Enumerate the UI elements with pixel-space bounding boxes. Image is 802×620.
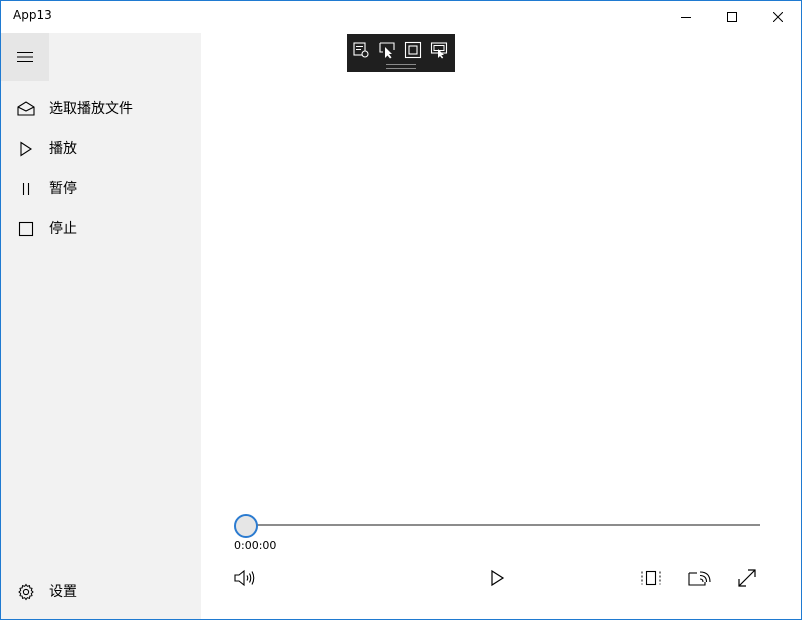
nav-item-open-file[interactable]: 选取播放文件: [1, 89, 201, 129]
aspect-ratio-button[interactable]: [636, 563, 666, 593]
seek-bar-track[interactable]: [257, 524, 760, 526]
aspect-ratio-icon: [641, 570, 661, 586]
nav-item-pause[interactable]: 暂停: [1, 169, 201, 209]
fullscreen-button[interactable]: [732, 563, 762, 593]
navigation-pane: 选取播放文件 播放 暂停 停止 设置: [1, 33, 201, 619]
nav-item-label: 停止: [49, 221, 77, 237]
cast-to-device-icon: [688, 571, 711, 586]
nav-item-label: 选取播放文件: [49, 101, 133, 117]
close-icon: [773, 12, 783, 22]
display-layout-adorners-icon: [404, 41, 422, 59]
nav-item-settings[interactable]: 设置: [1, 572, 201, 612]
track-focus-button[interactable]: [428, 40, 450, 60]
seek-bar-thumb[interactable]: [234, 514, 258, 538]
maximize-button[interactable]: [709, 1, 755, 33]
live-visual-tree-button[interactable]: [350, 40, 372, 60]
track-focus-icon: [430, 42, 448, 59]
nav-item-play[interactable]: 播放: [1, 129, 201, 169]
cast-to-device-button[interactable]: [684, 563, 714, 593]
minimize-icon: [681, 17, 691, 18]
stop-icon: [16, 219, 36, 239]
select-element-button[interactable]: [376, 40, 398, 60]
display-layout-adorners-button[interactable]: [402, 40, 424, 60]
hamburger-button[interactable]: [1, 33, 49, 81]
play-button[interactable]: [482, 563, 512, 593]
title-bar[interactable]: App13: [1, 1, 801, 33]
toolbar-grip[interactable]: [386, 64, 416, 69]
play-icon: [491, 569, 505, 587]
close-button[interactable]: [755, 1, 801, 33]
fullscreen-icon: [738, 569, 756, 587]
select-element-icon: [379, 42, 395, 59]
minimize-button[interactable]: [663, 1, 709, 33]
volume-button[interactable]: [230, 563, 260, 593]
app-title: App13: [13, 8, 52, 22]
live-visual-tree-icon: [353, 42, 369, 58]
nav-item-stop[interactable]: 停止: [1, 209, 201, 249]
maximize-icon: [727, 12, 737, 22]
pause-icon: [16, 179, 36, 199]
play-icon: [16, 139, 36, 159]
nav-item-label: 播放: [49, 141, 77, 157]
nav-item-label: 设置: [49, 584, 77, 600]
debug-toolbar: [347, 34, 455, 72]
gear-icon: [16, 582, 36, 602]
elapsed-time: 0:00:00: [234, 539, 277, 552]
nav-item-label: 暂停: [49, 181, 77, 197]
open-file-icon: [16, 99, 36, 119]
app-window: App13 选取播放文件 播放 暂停 停止 设置 0:00:00: [0, 0, 802, 620]
hamburger-icon: [17, 52, 33, 62]
volume-icon: [234, 569, 255, 587]
